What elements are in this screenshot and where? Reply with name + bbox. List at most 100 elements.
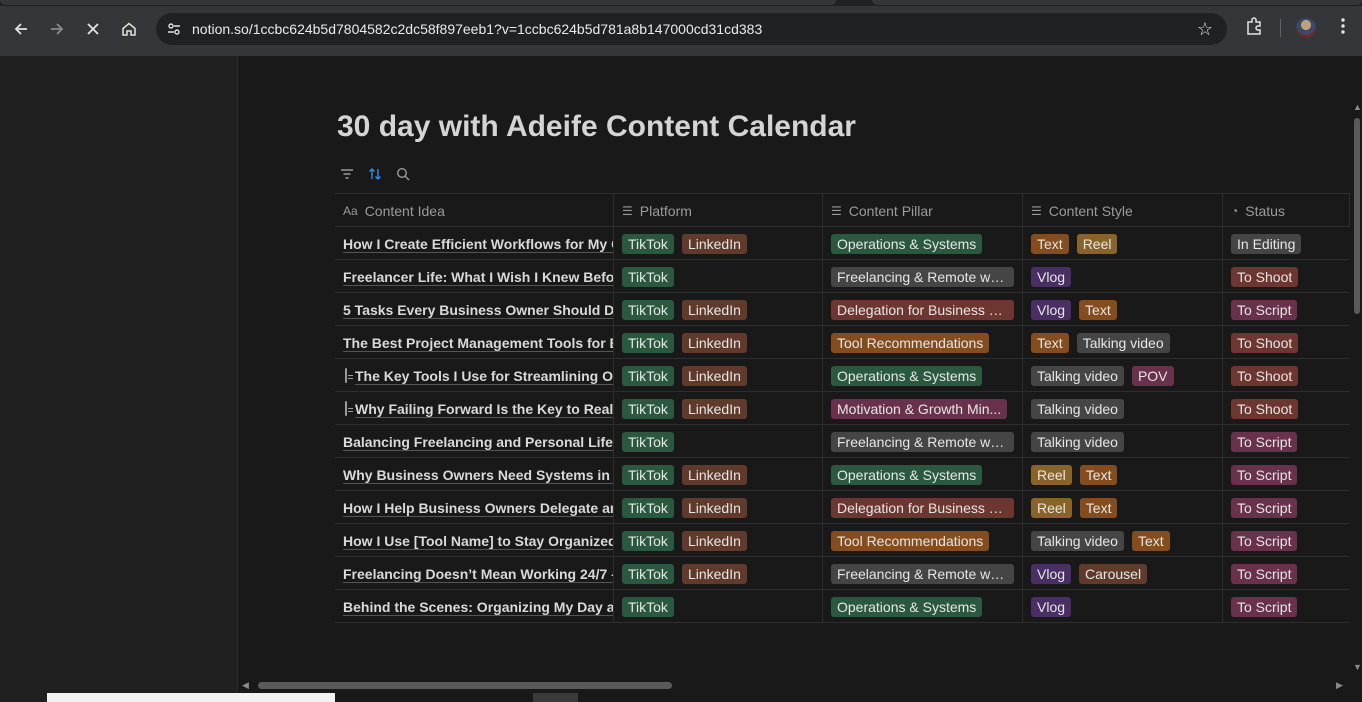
content-pillar-tag[interactable]: Freelancing & Remote wo... xyxy=(831,563,1014,584)
horizontal-scrollbar-thumb[interactable] xyxy=(258,682,672,689)
column-header-content-pillar[interactable]: ☰ Content Pillar xyxy=(823,194,1023,227)
status-badge[interactable]: To Shoot xyxy=(1231,266,1299,287)
content-pillar-tag[interactable]: Operations & Systems xyxy=(831,365,983,386)
content-idea-title[interactable]: Freelancing Doesn’t Mean Working 24/7 – … xyxy=(343,566,613,582)
content-idea-cell[interactable]: Balancing Freelancing and Personal Life xyxy=(335,425,614,458)
content-style-cell[interactable]: Vlog Text xyxy=(1023,293,1223,326)
content-style-tag[interactable]: Carousel xyxy=(1079,563,1148,584)
content-pillar-tag[interactable]: Tool Recommendations xyxy=(831,530,990,551)
content-pillar-tag[interactable]: Freelancing & Remote wo... xyxy=(831,266,1014,287)
table-row[interactable]: How I Use [Tool Name] to Stay Organized … xyxy=(335,524,1350,557)
content-idea-title[interactable]: The Best Project Management Tools for Bu… xyxy=(343,335,613,351)
platform-cell[interactable]: TikTok LinkedIn xyxy=(614,326,823,359)
platform-tag[interactable]: TikTok xyxy=(622,233,674,254)
content-idea-cell[interactable]: The Best Project Management Tools for Bu… xyxy=(335,326,614,359)
platform-cell[interactable]: TikTok LinkedIn xyxy=(614,227,823,260)
platform-tag[interactable]: TikTok xyxy=(622,563,674,584)
content-pillar-cell[interactable]: Delegation for Business O... xyxy=(823,491,1023,524)
platform-cell[interactable]: TikTok LinkedIn xyxy=(614,293,823,326)
status-badge[interactable]: To Shoot xyxy=(1231,398,1299,419)
content-style-cell[interactable]: Talking video POV xyxy=(1023,359,1223,392)
platform-tag[interactable]: LinkedIn xyxy=(681,299,747,320)
content-style-tag[interactable]: Vlog xyxy=(1031,299,1072,320)
content-idea-cell[interactable]: How I Use [Tool Name] to Stay Organized … xyxy=(335,524,614,557)
content-style-cell[interactable]: Talking video xyxy=(1023,392,1223,425)
browser-tab[interactable] xyxy=(872,0,1362,5)
status-cell[interactable]: To Shoot xyxy=(1223,359,1350,392)
platform-tag[interactable]: LinkedIn xyxy=(681,398,747,419)
table-row[interactable]: Freelancing Doesn’t Mean Working 24/7 – … xyxy=(335,557,1350,590)
table-row[interactable]: How I Help Business Owners Delegate and … xyxy=(335,491,1350,524)
platform-tag[interactable]: LinkedIn xyxy=(681,563,747,584)
content-style-tag[interactable]: Text xyxy=(1079,464,1118,485)
status-cell[interactable]: To Script xyxy=(1223,293,1350,326)
platform-tag[interactable]: LinkedIn xyxy=(681,497,747,518)
platform-tag[interactable]: TikTok xyxy=(622,266,674,287)
status-cell[interactable]: To Script xyxy=(1223,590,1350,623)
platform-tag[interactable]: TikTok xyxy=(622,596,674,617)
status-cell[interactable]: To Script xyxy=(1223,458,1350,491)
platform-tag[interactable]: TikTok xyxy=(622,398,674,419)
url-text[interactable]: notion.so/1ccbc624b5d7804582c2dc58f897ee… xyxy=(192,21,762,37)
column-header-status[interactable]: ◔ Status xyxy=(1223,194,1350,227)
content-pillar-tag[interactable]: Operations & Systems xyxy=(831,596,983,617)
content-style-tag[interactable]: Text xyxy=(1079,497,1118,518)
content-idea-cell[interactable]: Why Business Owners Need Systems in Plac… xyxy=(335,458,614,491)
status-badge[interactable]: To Script xyxy=(1231,497,1298,518)
bookmark-star-icon[interactable]: ☆ xyxy=(1197,19,1213,40)
stop-loading-icon[interactable] xyxy=(81,17,105,41)
content-idea-cell[interactable]: How I Create Efficient Workflows for My … xyxy=(335,227,614,260)
platform-cell[interactable]: TikTok LinkedIn xyxy=(614,524,823,557)
content-idea-cell[interactable]: Freelancing Doesn’t Mean Working 24/7 – … xyxy=(335,557,614,590)
content-idea-title[interactable]: Why Failing Forward Is the Key to Real G… xyxy=(355,401,613,417)
forward-arrow-icon[interactable] xyxy=(45,17,69,41)
content-idea-cell[interactable]: Behind the Scenes: Organizing My Day as … xyxy=(335,590,614,623)
status-badge[interactable]: To Script xyxy=(1231,464,1298,485)
status-cell[interactable]: To Script xyxy=(1223,557,1350,590)
content-style-tag[interactable]: Reel xyxy=(1076,233,1118,254)
home-icon[interactable] xyxy=(117,17,141,41)
content-idea-title[interactable]: Why Business Owners Need Systems in Plac… xyxy=(343,467,613,483)
content-pillar-cell[interactable]: Operations & Systems xyxy=(823,590,1023,623)
platform-tag[interactable]: TikTok xyxy=(622,497,674,518)
table-row[interactable]: 5 Tasks Every Business Owner Should Dele… xyxy=(335,293,1350,326)
platform-tag[interactable]: TikTok xyxy=(622,332,674,353)
content-pillar-cell[interactable]: Tool Recommendations xyxy=(823,524,1023,557)
platform-cell[interactable]: TikTok xyxy=(614,590,823,623)
status-cell[interactable]: To Script xyxy=(1223,491,1350,524)
content-style-cell[interactable]: Talking video Text xyxy=(1023,524,1223,557)
page-title[interactable]: 30 day with Adeife Content Calendar xyxy=(337,110,856,144)
content-style-tag[interactable]: Reel xyxy=(1031,464,1072,485)
profile-avatar[interactable] xyxy=(1296,18,1316,38)
content-style-cell[interactable]: Reel Text xyxy=(1023,458,1223,491)
content-style-cell[interactable]: Vlog xyxy=(1023,260,1223,293)
site-info-icon[interactable] xyxy=(166,21,182,37)
status-badge[interactable]: To Shoot xyxy=(1231,332,1299,353)
content-pillar-tag[interactable]: Delegation for Business O... xyxy=(831,299,1014,320)
platform-tag[interactable]: LinkedIn xyxy=(681,233,747,254)
horizontal-scrollbar[interactable]: ◀ ▶ xyxy=(242,678,1343,692)
content-style-tag[interactable]: Text xyxy=(1031,233,1069,254)
content-style-tag[interactable]: Talking video xyxy=(1076,332,1170,353)
content-idea-cell[interactable]: 5 Tasks Every Business Owner Should Dele… xyxy=(335,293,614,326)
content-pillar-cell[interactable]: Motivation & Growth Min... xyxy=(823,392,1023,425)
platform-tag[interactable]: TikTok xyxy=(622,464,674,485)
status-badge[interactable]: In Editing xyxy=(1231,233,1302,254)
vertical-scrollbar[interactable]: ▲ ▼ xyxy=(1352,102,1362,672)
extensions-icon[interactable] xyxy=(1244,16,1264,41)
status-badge[interactable]: To Shoot xyxy=(1231,365,1299,386)
content-idea-title[interactable]: Freelancer Life: What I Wish I Knew Befo… xyxy=(343,269,613,285)
column-header-content-idea[interactable]: Aa Content Idea xyxy=(335,194,614,227)
status-cell[interactable]: In Editing xyxy=(1223,227,1350,260)
back-arrow-icon[interactable] xyxy=(9,17,33,41)
table-row[interactable]: Freelancer Life: What I Wish I Knew Befo… xyxy=(335,260,1350,293)
content-pillar-cell[interactable]: Freelancing & Remote wo... xyxy=(823,557,1023,590)
platform-tag[interactable]: TikTok xyxy=(622,431,674,452)
status-cell[interactable]: To Shoot xyxy=(1223,260,1350,293)
platform-cell[interactable]: TikTok LinkedIn xyxy=(614,557,823,590)
content-idea-cell[interactable]: Why Failing Forward Is the Key to Real G… xyxy=(335,392,614,425)
status-cell[interactable]: To Script xyxy=(1223,524,1350,557)
address-bar[interactable]: notion.so/1ccbc624b5d7804582c2dc58f897ee… xyxy=(156,13,1227,45)
platform-tag[interactable]: TikTok xyxy=(622,365,674,386)
table-row[interactable]: The Key Tools I Use for Streamlining Ope… xyxy=(335,359,1350,392)
